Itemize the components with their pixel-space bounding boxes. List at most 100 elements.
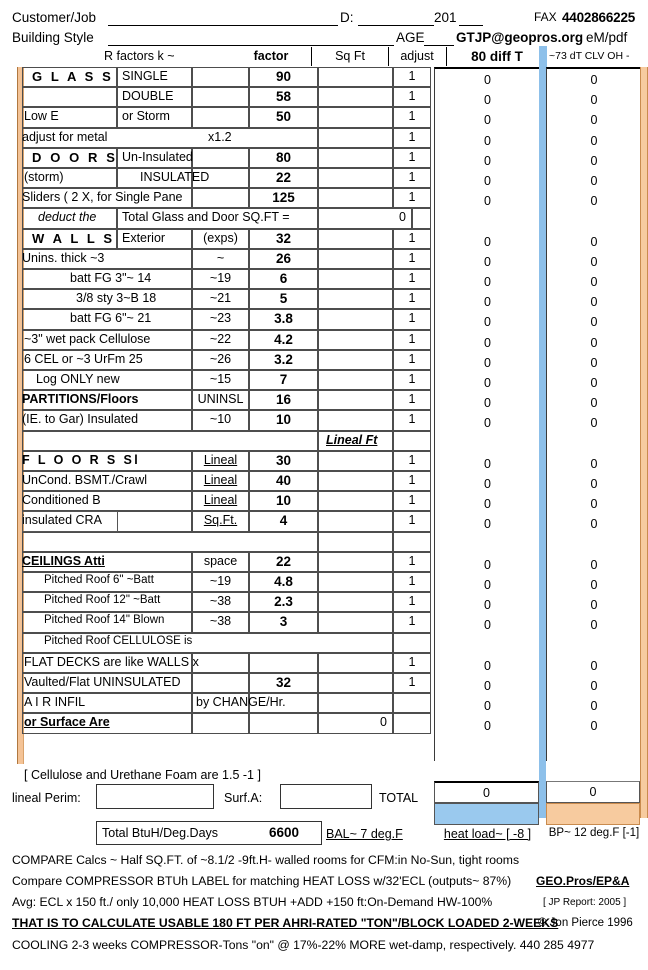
table-row[interactable]: (IE. to Gar) Insulated ~10 10 1	[22, 410, 431, 431]
total-diff-t-value: 0	[434, 781, 539, 803]
grid-cell[interactable]	[318, 127, 393, 148]
cell-text: Lineal	[203, 473, 238, 487]
table-row[interactable]: A I R INFIL by CHANGE/Hr.	[22, 693, 431, 714]
cell-text: 1	[408, 170, 416, 184]
grid-cell[interactable]	[318, 652, 393, 673]
grid-cell[interactable]	[318, 269, 393, 290]
bp-label: BP~ 12 deg.F [-1]	[548, 827, 640, 839]
grid-cell[interactable]	[318, 147, 393, 168]
grid-cell[interactable]	[192, 147, 249, 168]
grid-cell[interactable]	[318, 87, 393, 108]
grid-cell[interactable]	[318, 693, 393, 714]
cell-text: 4.2	[274, 331, 293, 347]
grid-cell[interactable]	[318, 329, 393, 350]
grid-cell[interactable]	[192, 652, 249, 673]
grid-cell[interactable]	[318, 370, 393, 391]
cell-text: 16	[275, 392, 292, 408]
grid-cell[interactable]	[393, 713, 431, 734]
diff-t-value: 0	[484, 113, 491, 128]
grid-cell[interactable]	[318, 450, 393, 471]
grid-cell[interactable]	[318, 390, 393, 411]
cell-text: ~15	[209, 372, 232, 386]
grid-cell[interactable]	[318, 309, 393, 330]
table-row[interactable]: Pitched Roof CELLULOSE is	[22, 632, 431, 653]
table-row[interactable]: Sliders ( 2 X, for Single Pane 125 1	[22, 188, 431, 209]
grid-cell[interactable]	[318, 471, 393, 492]
grid-cell[interactable]	[192, 87, 249, 108]
grid-cell[interactable]	[318, 107, 393, 128]
grid-cell[interactable]	[318, 67, 393, 88]
table-row[interactable]: Pitched Roof 6" ~Batt ~19 4.8 1	[22, 572, 431, 593]
grid-cell[interactable]	[318, 208, 412, 229]
grid-cell[interactable]	[393, 632, 431, 653]
grid-cell[interactable]	[412, 208, 431, 229]
grid-cell[interactable]	[22, 430, 318, 451]
grid-cell[interactable]	[318, 491, 393, 512]
heat-loss-worksheet: Customer/Job D: 201 FAX 4402866225 Build…	[0, 0, 648, 970]
cell-text: ~19	[209, 271, 232, 285]
table-row[interactable]: F L O O R S Sl Lineal 30 1	[22, 450, 431, 471]
grid-cell[interactable]	[192, 713, 249, 734]
grid-cell[interactable]	[318, 228, 393, 249]
table-row[interactable]: Vaulted/Flat UNINSULATED 32 1	[22, 673, 431, 694]
grid-cell[interactable]	[192, 67, 249, 88]
grid-cell[interactable]	[192, 107, 249, 128]
grid-cell[interactable]	[318, 572, 393, 593]
table-row[interactable]	[22, 531, 431, 552]
grid-cell[interactable]	[318, 511, 393, 532]
cell-text: Conditioned B	[22, 493, 101, 508]
diff-t-value: 0	[484, 174, 491, 188]
table-row[interactable]: ~3" wet pack Cellulose ~22 4.2 1	[22, 329, 431, 350]
table-row[interactable]: 6 CEL or ~3 UrFm 25 ~26 3.2 1	[22, 349, 431, 370]
table-row[interactable]: W A L L S Exterior (exps) 32 1	[22, 228, 431, 249]
table-row[interactable]: adjust for metal x1.2 1	[22, 127, 431, 148]
grid-cell[interactable]	[249, 652, 318, 673]
table-row[interactable]: or Surface Are 0	[22, 713, 431, 734]
grid-cell[interactable]	[318, 551, 393, 572]
grid-cell[interactable]	[393, 430, 431, 451]
table-row[interactable]: Lineal Ft	[22, 430, 431, 451]
grid-cell[interactable]	[249, 713, 318, 734]
table-row[interactable]: Pitched Roof 12" ~Batt ~38 2.3 1	[22, 592, 431, 613]
table-row[interactable]: FLAT DECKS are like WALLS x 1	[22, 652, 431, 673]
clv-value: 0	[590, 194, 598, 209]
grid-cell[interactable]	[318, 592, 393, 613]
grid-cell[interactable]	[22, 87, 117, 108]
table-row[interactable]: 3/8 sty 3~B 18 ~21 5 1	[22, 289, 431, 310]
grid-cell[interactable]	[192, 188, 249, 209]
lineal-perim-input[interactable]	[96, 784, 214, 809]
grid-cell[interactable]	[318, 349, 393, 370]
table-row[interactable]: batt FG 6"~ 21 ~23 3.8 1	[22, 309, 431, 330]
surf-a-input[interactable]	[280, 784, 372, 809]
table-row[interactable]: deduct the Total Glass and Door SQ.FT = 0	[22, 208, 431, 229]
table-row[interactable]: PARTITIONS/Floors UNINSL 16 1	[22, 390, 431, 411]
cell-text: Sq.Ft.	[203, 513, 238, 528]
grid-cell[interactable]	[318, 248, 393, 269]
table-row[interactable]: DOUBLE 58 1	[22, 87, 431, 108]
grid-cell[interactable]	[318, 673, 393, 694]
grid-cell[interactable]	[318, 612, 393, 633]
table-row[interactable]: Unins. thick ~3 ~26 1	[22, 248, 431, 269]
table-row[interactable]: Low E or Storm 50 1	[22, 107, 431, 128]
grid-cell[interactable]	[393, 531, 431, 552]
grid-cell[interactable]	[393, 693, 431, 714]
table-row[interactable]: (storm) INSULATED 22 1	[22, 168, 431, 189]
table-row[interactable]: Conditioned B Lineal 10 1	[22, 491, 431, 512]
grid-cell[interactable]	[318, 531, 393, 552]
table-row[interactable]: G L A S S SINGLE 90 1	[22, 67, 431, 88]
table-row[interactable]: Log ONLY new ~15 7 1	[22, 370, 431, 391]
table-row[interactable]: Pitched Roof 14" Blown ~38 3 1	[22, 612, 431, 633]
grid-cell[interactable]	[318, 410, 393, 431]
table-row[interactable]: insulated CRA Sq.Ft. 4 1	[22, 511, 431, 532]
cell-text: 1	[408, 351, 416, 366]
table-row[interactable]: batt FG 3"~ 14 ~19 6 1	[22, 269, 431, 290]
table-row[interactable]: CEILINGS Atti space 22 1	[22, 551, 431, 572]
grid-cell[interactable]	[318, 289, 393, 310]
table-row[interactable]: UnCond. BSMT./Crawl Lineal 40 1	[22, 471, 431, 492]
cell-text: 40	[275, 473, 292, 488]
grid-cell[interactable]	[22, 531, 318, 552]
grid-cell[interactable]	[318, 168, 393, 189]
grid-cell[interactable]	[192, 673, 249, 694]
table-row[interactable]: D O O R S Un-Insulated 80 1	[22, 147, 431, 168]
grid-cell[interactable]	[318, 188, 393, 209]
